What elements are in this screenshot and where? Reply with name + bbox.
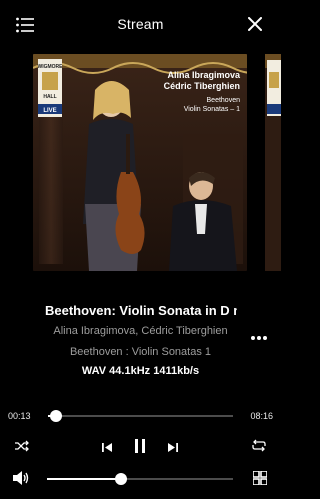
hall-label: HALL (43, 94, 56, 100)
track-album[interactable]: Beethoven : Violin Sonatas 1 (0, 346, 281, 358)
progress-knob[interactable] (50, 410, 63, 422)
grid-icon[interactable] (252, 470, 268, 490)
cover-work: Violin Sonatas – 1 (184, 106, 240, 113)
live-label: LIVE (43, 108, 56, 114)
top-bar: Stream (0, 0, 281, 52)
cover-artist-1: Alina Ibragimova (167, 70, 241, 80)
volume-fill (47, 478, 122, 480)
wigmore-label: WIGMORE (38, 64, 64, 70)
progress-slider[interactable] (48, 410, 233, 422)
volume-knob[interactable] (115, 473, 128, 485)
repeat-icon[interactable] (251, 439, 267, 457)
album-art-carousel[interactable]: WIGMORE HALL LIVE Alina Ibragimova Cédri… (0, 54, 281, 272)
cover-artist-2: Cédric Tiberghien (164, 81, 240, 91)
pause-icon[interactable] (133, 438, 147, 459)
next-icon[interactable] (167, 440, 179, 458)
album-art[interactable]: WIGMORE HALL LIVE Alina Ibragimova Cédri… (33, 54, 247, 271)
elapsed-time: 00:13 (8, 411, 31, 421)
track-artist[interactable]: Alina Ibragimova, Cédric Tiberghien (0, 325, 281, 337)
total-duration: 08:16 (250, 411, 273, 421)
shuffle-icon[interactable] (15, 439, 29, 457)
more-icon[interactable] (250, 328, 268, 340)
volume-icon[interactable] (12, 470, 30, 491)
volume-slider[interactable] (47, 473, 233, 485)
track-title: Beethoven: Violin Sonata in D m (45, 303, 237, 318)
page-title: Stream (117, 16, 164, 32)
close-icon[interactable] (248, 17, 262, 31)
previous-icon[interactable] (101, 440, 113, 458)
next-album-art-peek[interactable] (265, 54, 281, 271)
audio-quality: WAV 44.1kHz 1411kb/s (81, 365, 200, 377)
cover-composer: Beethoven (207, 97, 241, 104)
